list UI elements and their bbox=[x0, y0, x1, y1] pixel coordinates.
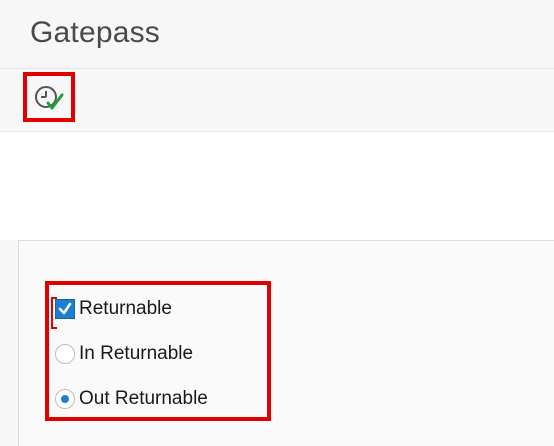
out-returnable-radio-row[interactable]: Out Returnable bbox=[55, 384, 208, 414]
returnable-checkbox[interactable] bbox=[55, 299, 75, 319]
title-bar: Gatepass bbox=[0, 0, 554, 69]
page-title: Gatepass bbox=[30, 16, 161, 49]
in-returnable-radio-row[interactable]: In Returnable bbox=[55, 339, 193, 369]
out-returnable-radio[interactable] bbox=[55, 389, 75, 409]
toolbar bbox=[0, 69, 554, 132]
header-area bbox=[0, 132, 554, 240]
gatepass-window: Gatepass Returnable In Returnable Out Re… bbox=[0, 0, 554, 446]
execute-button[interactable] bbox=[23, 72, 75, 122]
in-returnable-radio[interactable] bbox=[55, 344, 75, 364]
returnable-label: Returnable bbox=[79, 298, 172, 319]
clock-execute-check-icon bbox=[35, 86, 64, 110]
in-returnable-label: In Returnable bbox=[79, 343, 194, 364]
checkmark-icon bbox=[58, 302, 72, 315]
out-returnable-label: Out Returnable bbox=[79, 388, 208, 409]
returnable-checkbox-row[interactable]: Returnable bbox=[55, 294, 172, 324]
